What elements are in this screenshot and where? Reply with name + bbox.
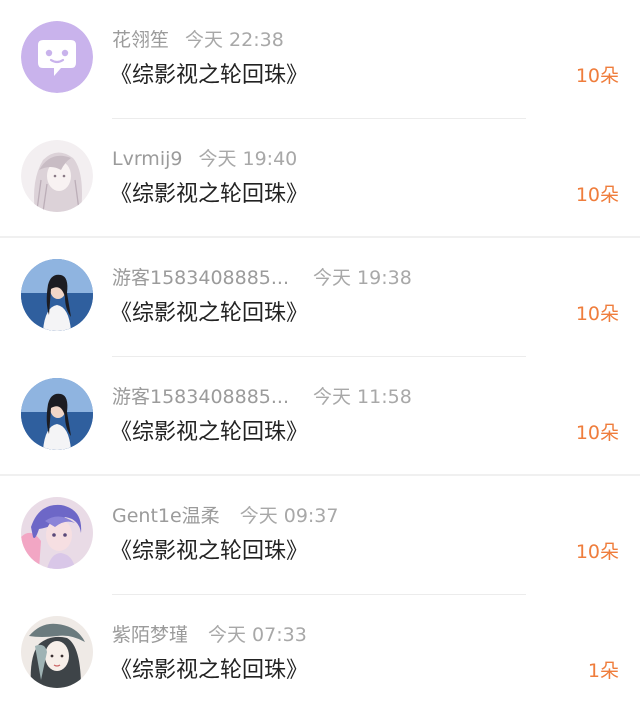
list-item[interactable]: 游客1583408885... 今天 19:38 《综影视之轮回珠》 10朵 (0, 238, 640, 357)
book-title[interactable]: 《综影视之轮回珠》 (110, 538, 308, 566)
user-meta: Lvrmij9 今天 19:40 (112, 148, 297, 170)
list-item[interactable]: 紫陌梦瑾 今天 07:33 《综影视之轮回珠》 1朵 (0, 595, 640, 714)
user-name[interactable]: 花翎笙 (112, 29, 169, 51)
user-meta: Gent1e温柔 今天 09:37 (112, 505, 338, 527)
sea-portrait-avatar-icon (21, 378, 93, 450)
avatar[interactable] (21, 140, 93, 212)
flower-amount: 10朵 (575, 65, 619, 87)
user-meta: 紫陌梦瑾 今天 07:33 (112, 624, 307, 646)
list-item[interactable]: 花翎笙 今天 22:38 《综影视之轮回珠》 10朵 (0, 0, 640, 119)
timestamp: 今天 07:33 (208, 624, 307, 646)
list-item[interactable]: 游客1583408885... 今天 11:58 《综影视之轮回珠》 10朵 (0, 357, 640, 476)
book-title[interactable]: 《综影视之轮回珠》 (110, 657, 308, 685)
reward-list: 花翎笙 今天 22:38 《综影视之轮回珠》 10朵 Lvrmij9 今天 19:4… (0, 0, 640, 706)
user-meta: 游客1583408885... 今天 19:38 (112, 267, 412, 289)
user-meta: 游客1583408885... 今天 11:58 (112, 386, 412, 408)
timestamp: 今天 11:58 (313, 386, 412, 408)
timestamp: 今天 19:40 (198, 148, 298, 170)
user-name[interactable]: 游客1583408885... (112, 267, 289, 289)
timestamp: 今天 22:38 (185, 29, 284, 51)
book-title[interactable]: 《综影视之轮回珠》 (110, 62, 308, 90)
user-name[interactable]: 游客1583408885... (112, 386, 289, 408)
list-item[interactable]: Gent1e温柔 今天 09:37 《综影视之轮回珠》 10朵 (0, 476, 640, 595)
sketch-girl-avatar-icon (21, 140, 93, 212)
purple-hair-avatar-icon (21, 497, 93, 569)
timestamp: 今天 19:38 (313, 267, 412, 289)
avatar[interactable] (21, 616, 93, 688)
flower-amount: 10朵 (575, 303, 619, 325)
list-item[interactable]: Lvrmij9 今天 19:40 《综影视之轮回珠》 10朵 (0, 119, 640, 238)
ink-portrait-avatar-icon (21, 616, 93, 688)
sea-portrait-avatar-icon (21, 259, 93, 331)
chat-bubble-avatar-icon (21, 21, 93, 93)
book-title[interactable]: 《综影视之轮回珠》 (110, 181, 308, 209)
book-title[interactable]: 《综影视之轮回珠》 (110, 300, 308, 328)
user-meta: 花翎笙 今天 22:38 (112, 29, 284, 51)
timestamp: 今天 09:37 (239, 505, 339, 527)
flower-amount: 10朵 (575, 422, 619, 444)
avatar[interactable] (21, 21, 93, 93)
book-title[interactable]: 《综影视之轮回珠》 (110, 419, 308, 447)
avatar[interactable] (21, 497, 93, 569)
flower-amount: 10朵 (575, 541, 619, 563)
user-name[interactable]: Gent1e温柔 (112, 505, 220, 527)
flower-amount: 1朵 (587, 660, 619, 682)
flower-amount: 10朵 (575, 184, 619, 206)
user-name[interactable]: Lvrmij9 (112, 148, 182, 170)
user-name[interactable]: 紫陌梦瑾 (112, 624, 188, 646)
avatar[interactable] (21, 259, 93, 331)
avatar[interactable] (21, 378, 93, 450)
